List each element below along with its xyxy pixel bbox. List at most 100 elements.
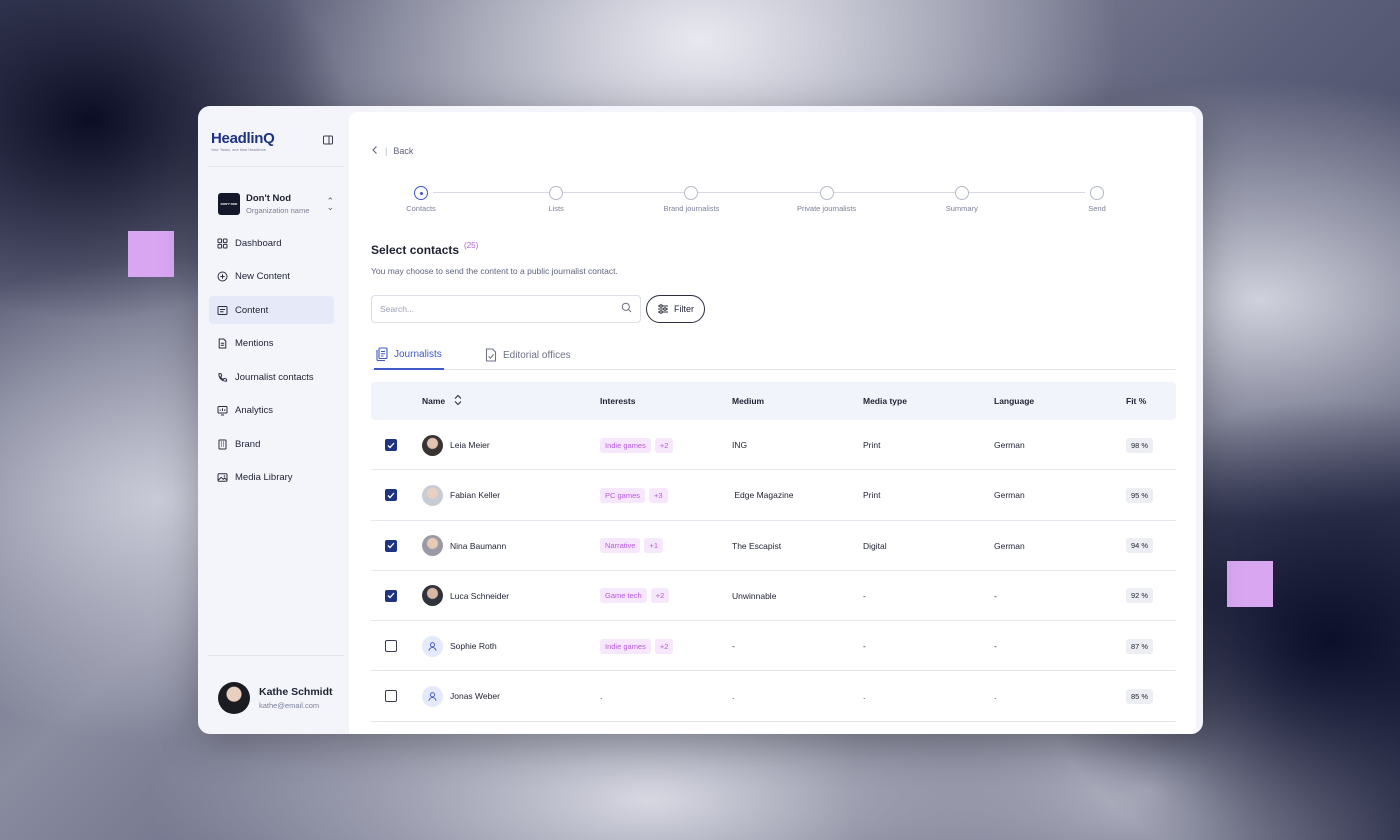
organization-switcher[interactable]: DON'T NOD Don't Nod Organization name ⌃ ⌄ — [218, 192, 334, 216]
table-row[interactable]: Fabian Keller PC games +3 Edge Magazine P… — [371, 470, 1176, 521]
row-checkbox[interactable] — [385, 539, 397, 552]
more-interests-tag[interactable]: +2 — [650, 588, 670, 604]
sidebar-item-brand[interactable]: Brand — [209, 430, 334, 458]
sidebar-item-analytics[interactable]: Analytics — [209, 397, 334, 425]
step-dot — [684, 186, 699, 200]
search-input[interactable] — [380, 304, 621, 314]
building-icon — [217, 439, 228, 450]
row-checkbox[interactable] — [385, 640, 397, 653]
search-box — [371, 295, 641, 323]
sort-icon[interactable] — [454, 394, 462, 408]
more-interests-tag[interactable]: +2 — [654, 638, 674, 654]
sidebar-item-journalist-contacts[interactable]: Journalist contacts — [209, 363, 334, 391]
step-dot — [1090, 186, 1104, 200]
step-label: Summary — [945, 204, 978, 213]
page-subtitle: You may choose to send the content to a … — [371, 266, 618, 276]
row-checkbox[interactable] — [385, 489, 397, 502]
main-panel: | Back Contacts Lists Brand journalists … — [349, 112, 1196, 734]
contacts-table: Name Interests Medium Media type Languag… — [371, 382, 1176, 722]
interest-tag: Indie games — [600, 638, 651, 654]
content-icon — [217, 305, 228, 316]
step-brand-journalists[interactable]: Brand journalists — [646, 186, 736, 213]
step-label: Send — [1088, 204, 1106, 213]
back-label: Back — [393, 146, 414, 156]
table-row[interactable]: Sophie Roth Indie games +2 - - - 87 % — [371, 621, 1176, 672]
medium-cell: - — [732, 641, 735, 652]
step-send[interactable]: Send — [1052, 186, 1142, 213]
chevron-up-down-icon: ⌃ ⌄ — [326, 196, 334, 212]
column-header-medium: Medium — [732, 396, 765, 406]
avatar — [422, 685, 443, 707]
step-summary[interactable]: Summary — [917, 186, 1007, 213]
clipboard-icon — [376, 347, 388, 361]
user-name: Kathe Schmidt — [259, 686, 333, 698]
table-body: Leia Meier Indie games +2 ING Print Germa… — [371, 420, 1176, 722]
step-private-journalists[interactable]: Private journalists — [782, 186, 872, 213]
fit-badge: 92 % — [1126, 588, 1154, 604]
sidebar-collapse-icon[interactable] — [322, 133, 334, 145]
sidebar-item-dashboard[interactable]: Dashboard — [209, 229, 334, 257]
decorative-square — [1227, 561, 1273, 607]
sidebar-item-label: Content — [235, 304, 269, 316]
more-interests-tag[interactable]: +2 — [654, 437, 674, 453]
language-cell: . — [994, 691, 997, 702]
medium-cell: ING — [732, 440, 748, 450]
user-profile[interactable]: Kathe Schmidt kathe@email.com — [218, 682, 343, 714]
avatar — [422, 484, 443, 506]
logo-tagline: Your Tasks, one time Headlinne — [211, 148, 267, 152]
avatar — [422, 434, 443, 456]
user-icon — [428, 641, 437, 651]
row-checkbox[interactable] — [385, 589, 397, 602]
table-row[interactable]: Leia Meier Indie games +2 ING Print Germa… — [371, 420, 1176, 471]
sidebar-item-label: Analytics — [235, 405, 274, 416]
user-email: kathe@email.com — [259, 701, 320, 710]
medium-cell: Edge Magazine — [732, 490, 794, 501]
table-row[interactable]: Nina Baumann Narrative +1 The Escapist Di… — [371, 521, 1176, 571]
tab-journalists[interactable]: Journalists — [374, 340, 444, 370]
contact-name: Fabian Keller — [450, 490, 501, 501]
tab-editorial-offices[interactable]: Editorial offices — [483, 340, 573, 370]
media-type-cell: - — [863, 590, 866, 601]
contact-name: Sophie Roth — [450, 641, 497, 652]
contact-name: Leia Meier — [450, 440, 490, 450]
sliders-icon — [658, 304, 668, 314]
language-cell: - — [994, 590, 997, 601]
step-lists[interactable]: Lists — [511, 186, 601, 213]
document-icon — [217, 338, 228, 349]
interest-tag: Narrative — [600, 538, 641, 554]
sidebar-item-label: Dashboard — [235, 237, 282, 249]
back-button[interactable]: | Back — [371, 145, 413, 157]
contact-name: Jonas Weber — [450, 691, 500, 702]
sidebar-item-new-content[interactable]: New Content — [209, 263, 334, 291]
search-icon[interactable] — [621, 300, 632, 318]
more-interests-tag[interactable]: +3 — [649, 487, 668, 503]
decorative-square — [128, 231, 174, 277]
media-type-cell: Print — [863, 490, 881, 501]
app-logo[interactable]: HeadlinQ Your Tasks, one time Headlinne — [211, 130, 275, 152]
sidebar-item-mentions[interactable]: Mentions — [209, 330, 334, 358]
org-name: Don't Nod — [246, 193, 291, 204]
avatar — [218, 682, 250, 714]
table-row[interactable]: Jonas Weber . . . . 85 % — [371, 671, 1176, 722]
row-checkbox[interactable] — [385, 439, 397, 451]
row-checkbox[interactable] — [385, 690, 397, 703]
contact-name: Luca Schneider — [450, 590, 510, 601]
sidebar-item-media-library[interactable]: Media Library — [209, 464, 334, 492]
more-interests-tag[interactable]: +1 — [644, 538, 663, 554]
analytics-icon — [217, 405, 228, 416]
table-row[interactable]: Luca Schneider Game tech +2 Unwinnable - … — [371, 571, 1176, 622]
user-icon — [428, 692, 437, 701]
table-header: Name Interests Medium Media type Languag… — [371, 382, 1176, 420]
column-header-name[interactable]: Name — [422, 382, 462, 420]
language-cell: - — [994, 641, 997, 652]
step-contacts[interactable]: Contacts — [376, 186, 466, 213]
fit-badge: 87 % — [1126, 638, 1154, 654]
sidebar-divider — [208, 166, 344, 167]
medium-cell: Unwinnable — [732, 590, 777, 601]
sidebar-item-label: Mentions — [235, 338, 274, 349]
sidebar-item-content[interactable]: Content — [209, 296, 334, 324]
media-type-cell: - — [863, 641, 866, 652]
fit-badge: 85 % — [1126, 688, 1154, 704]
sidebar-item-label: New Content — [235, 271, 290, 282]
filter-button[interactable]: Filter — [646, 295, 705, 323]
